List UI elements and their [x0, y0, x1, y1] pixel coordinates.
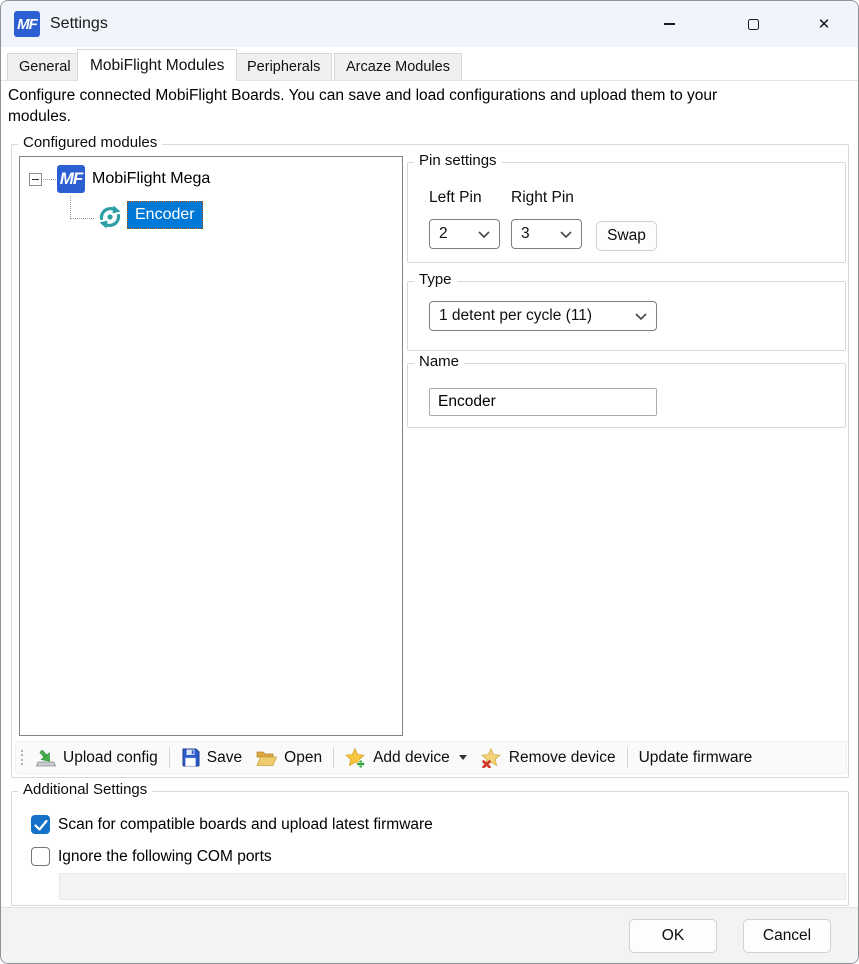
name-group-label: Name [414, 353, 464, 370]
upload-config-button[interactable]: Upload config [29, 745, 165, 771]
module-tree[interactable]: MF MobiFlight Mega Encoder [19, 156, 403, 736]
left-pin-label: Left Pin [429, 189, 482, 207]
tab-description: Configure connected MobiFlight Boards. Y… [8, 85, 768, 127]
pin-settings-group-label: Pin settings [414, 152, 502, 169]
update-firmware-button[interactable]: Update firmware [632, 746, 760, 770]
scan-boards-label: Scan for compatible boards and upload la… [58, 816, 433, 834]
right-pin-label: Right Pin [511, 189, 574, 207]
save-label: Save [207, 749, 242, 767]
tree-connector [71, 218, 94, 219]
encoder-type-select[interactable]: 1 detent per cycle (11) [429, 301, 657, 331]
module-toolbar: Upload config Save Open [15, 741, 847, 774]
tab-label: MobiFlight Modules [90, 57, 224, 75]
minimize-button[interactable] [646, 2, 692, 46]
encoder-icon [96, 203, 124, 231]
scan-boards-checkbox[interactable] [31, 815, 50, 834]
save-floppy-icon [181, 748, 200, 767]
type-group: Type 1 detent per cycle (11) [407, 281, 846, 351]
collapse-icon [32, 179, 39, 180]
mobiflight-board-icon: MF [57, 165, 85, 193]
left-pin-value: 2 [439, 225, 448, 243]
tab-label: Peripherals [247, 59, 320, 75]
open-button[interactable]: Open [249, 746, 329, 770]
chevron-down-icon [478, 231, 490, 238]
add-device-label: Add device [373, 749, 450, 767]
tab-mobiflight-modules[interactable]: MobiFlight Modules [77, 49, 237, 81]
tab-peripherals[interactable]: Peripherals [235, 53, 332, 80]
device-name-input[interactable] [429, 388, 657, 416]
tab-general[interactable]: General [7, 53, 83, 80]
additional-settings-group-label: Additional Settings [18, 781, 152, 798]
tree-node-device-selected[interactable]: Encoder [127, 201, 203, 229]
dropdown-caret-icon [459, 755, 467, 760]
settings-window: MF Settings ✕ General MobiFlight Modules… [0, 0, 859, 964]
tree-node-module[interactable]: MobiFlight Mega [92, 170, 210, 188]
save-button[interactable]: Save [174, 745, 249, 770]
toolbar-separator [169, 747, 170, 768]
ignore-com-ports-label: Ignore the following COM ports [58, 848, 272, 866]
swap-button[interactable]: Swap [596, 221, 657, 251]
open-label: Open [284, 749, 322, 767]
tab-arcaze-modules[interactable]: Arcaze Modules [334, 53, 462, 80]
tree-connector [70, 196, 71, 219]
toolbar-separator [627, 747, 628, 768]
tab-label: Arcaze Modules [346, 59, 450, 75]
pin-settings-group: Pin settings Left Pin Right Pin 2 3 Swap [407, 162, 846, 263]
maximize-icon [748, 19, 759, 30]
right-pin-select[interactable]: 3 [511, 219, 582, 249]
toolbar-grip[interactable] [21, 750, 23, 766]
remove-device-button[interactable]: Remove device [474, 745, 623, 771]
cancel-button[interactable]: Cancel [743, 919, 831, 953]
close-button[interactable]: ✕ [801, 2, 847, 46]
com-ports-input [59, 873, 846, 900]
ok-button[interactable]: OK [629, 919, 717, 953]
tree-collapse-toggle[interactable] [29, 173, 42, 186]
configured-modules-group-label: Configured modules [18, 134, 162, 151]
ignore-com-ports-checkbox[interactable] [31, 847, 50, 866]
dialog-footer: OK Cancel [1, 907, 858, 964]
type-group-label: Type [414, 271, 457, 288]
left-pin-select[interactable]: 2 [429, 219, 500, 249]
remove-device-star-icon [481, 748, 502, 768]
window-title: Settings [50, 15, 108, 33]
tree-connector [43, 179, 56, 180]
right-pin-value: 3 [521, 225, 530, 243]
toolbar-separator [333, 747, 334, 768]
titlebar: MF Settings ✕ [1, 1, 858, 47]
update-firmware-label: Update firmware [639, 749, 753, 767]
open-folder-icon [256, 749, 277, 767]
name-group: Name [407, 363, 846, 428]
tab-label: General [19, 59, 71, 75]
add-device-button[interactable]: Add device [338, 745, 474, 771]
remove-device-label: Remove device [509, 749, 616, 767]
minimize-icon [664, 23, 675, 25]
chevron-down-icon [635, 313, 647, 320]
upload-config-label: Upload config [63, 749, 158, 767]
add-device-star-icon [345, 748, 366, 768]
close-icon: ✕ [818, 17, 831, 32]
app-logo-icon: MF [14, 11, 40, 37]
checkmark-icon [32, 816, 50, 834]
chevron-down-icon [560, 231, 572, 238]
upload-icon [36, 748, 56, 768]
maximize-button[interactable] [730, 2, 776, 46]
encoder-type-value: 1 detent per cycle (11) [439, 307, 592, 325]
